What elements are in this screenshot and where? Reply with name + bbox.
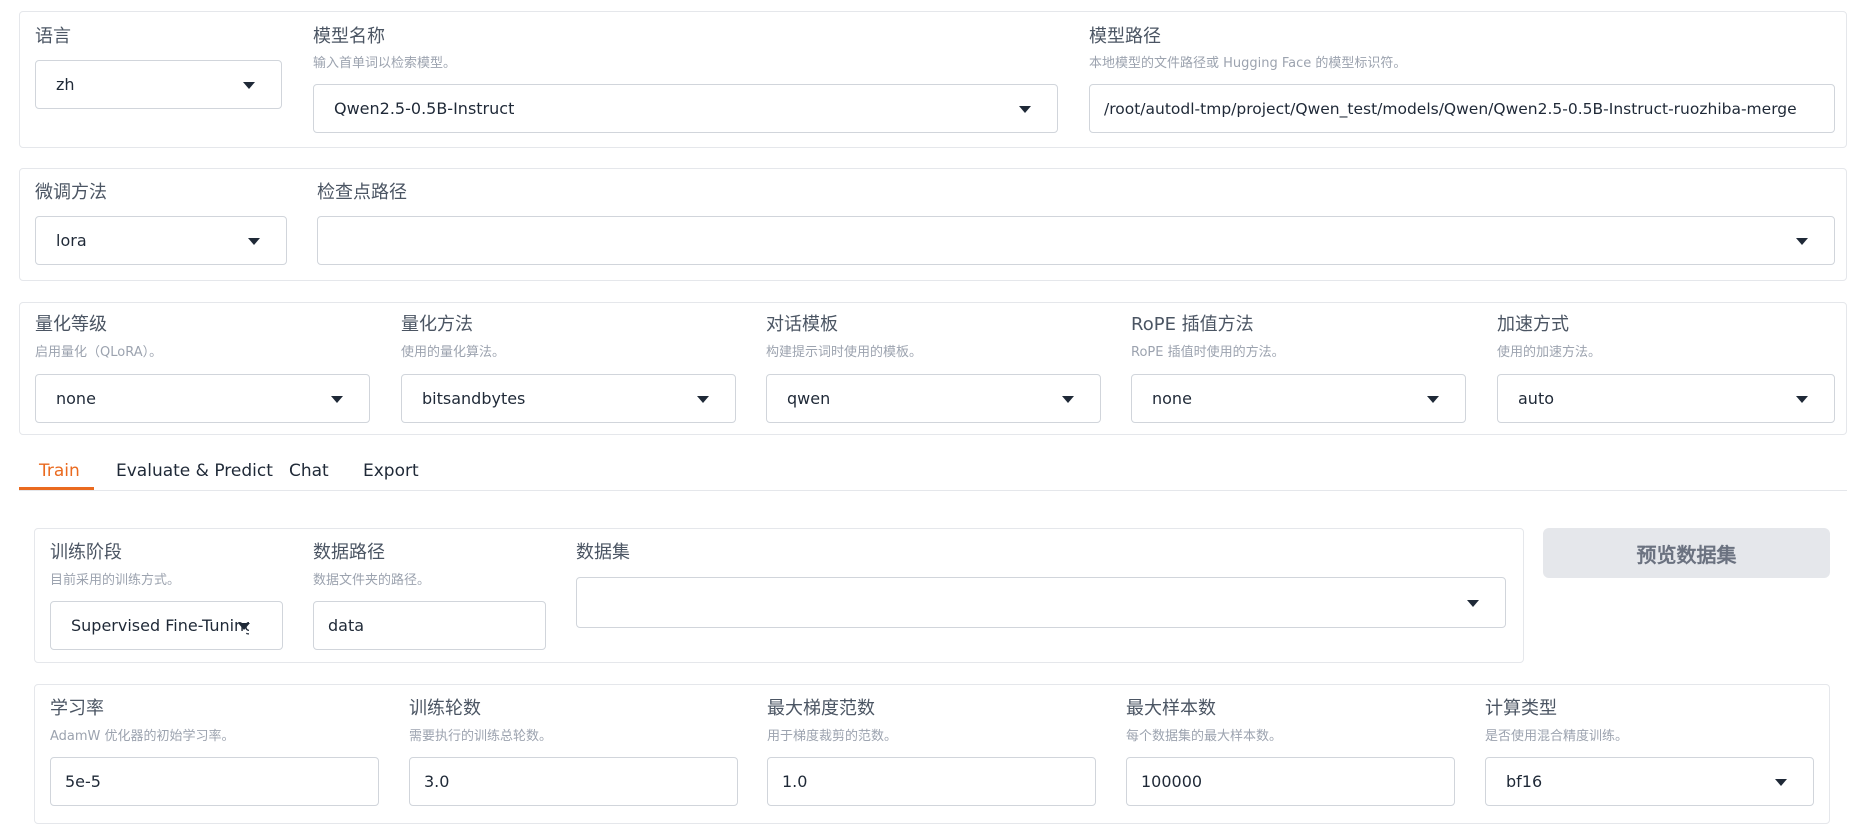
model-name-hint: 输入首单词以检索模型。 xyxy=(313,56,457,71)
language-select[interactable]: zh xyxy=(35,60,282,109)
stage-label: 训练阶段 xyxy=(50,542,122,563)
model-path-input[interactable]: /root/autodl-tmp/project/Qwen_test/model… xyxy=(1089,84,1835,133)
quant-bit-select[interactable]: none xyxy=(35,374,370,423)
rope-hint: RoPE 插值时使用的方法。 xyxy=(1131,345,1285,360)
dataset-dir-input[interactable]: data xyxy=(313,601,546,650)
booster-label: 加速方式 xyxy=(1497,314,1569,335)
compute-type-select[interactable]: bf16 xyxy=(1485,757,1814,806)
preview-dataset-button[interactable]: 预览数据集 xyxy=(1543,528,1830,578)
max-grad-norm-hint: 用于梯度裁剪的范数。 xyxy=(767,729,898,744)
rope-label: RoPE 插值方法 xyxy=(1131,314,1254,335)
chevron-down-icon xyxy=(1467,600,1479,607)
epochs-label: 训练轮数 xyxy=(409,698,481,719)
quant-bit-label: 量化等级 xyxy=(35,314,107,335)
chevron-down-icon xyxy=(697,396,709,403)
booster-hint: 使用的加速方法。 xyxy=(1497,345,1602,360)
active-tab-indicator xyxy=(19,487,94,490)
template-hint: 构建提示词时使用的模板。 xyxy=(766,345,923,360)
language-value: zh xyxy=(56,75,75,94)
chevron-down-icon xyxy=(1796,238,1808,245)
max-samples-hint: 每个数据集的最大样本数。 xyxy=(1126,729,1283,744)
chevron-down-icon xyxy=(238,623,250,630)
max-samples-label: 最大样本数 xyxy=(1126,698,1216,719)
epochs-value: 3.0 xyxy=(424,772,450,791)
tab-train[interactable]: Train xyxy=(39,459,80,483)
max-grad-norm-value: 1.0 xyxy=(782,772,808,791)
booster-select[interactable]: auto xyxy=(1497,374,1835,423)
chevron-down-icon xyxy=(1427,396,1439,403)
quant-bit-hint: 启用量化（QLoRA）。 xyxy=(35,345,163,360)
model-name-label: 模型名称 xyxy=(313,26,385,47)
finetune-method-label: 微调方法 xyxy=(35,182,107,203)
quant-method-label: 量化方法 xyxy=(401,314,473,335)
tab-bar-divider xyxy=(19,490,1847,491)
dataset-dir-value: data xyxy=(328,616,365,635)
max-grad-norm-input[interactable]: 1.0 xyxy=(767,757,1096,806)
learning-rate-input[interactable]: 5e-5 xyxy=(50,757,379,806)
tab-chat[interactable]: Chat xyxy=(289,459,329,483)
model-name-select[interactable]: Qwen2.5-0.5B-Instruct xyxy=(313,84,1058,133)
finetune-method-value: lora xyxy=(56,231,87,250)
model-path-hint: 本地模型的文件路径或 Hugging Face 的模型标识符。 xyxy=(1089,56,1407,71)
template-value: qwen xyxy=(787,389,831,408)
compute-type-hint: 是否使用混合精度训练。 xyxy=(1485,729,1629,744)
model-name-value: Qwen2.5-0.5B-Instruct xyxy=(334,99,515,118)
tab-evaluate-predict[interactable]: Evaluate & Predict xyxy=(116,459,273,483)
template-select[interactable]: qwen xyxy=(766,374,1101,423)
chevron-down-icon xyxy=(1775,779,1787,786)
checkpoint-label: 检查点路径 xyxy=(317,182,407,203)
rope-value: none xyxy=(1152,389,1192,408)
dataset-dir-label: 数据路径 xyxy=(313,542,385,563)
stage-hint: 目前采用的训练方式。 xyxy=(50,573,181,588)
model-path-label: 模型路径 xyxy=(1089,26,1161,47)
quant-method-value: bitsandbytes xyxy=(422,389,526,408)
language-label: 语言 xyxy=(35,26,71,47)
chevron-down-icon xyxy=(248,238,260,245)
learning-rate-value: 5e-5 xyxy=(65,772,101,791)
stage-value: Supervised Fine-Tuning xyxy=(71,616,249,635)
dataset-select[interactable] xyxy=(576,577,1506,628)
checkpoint-select[interactable] xyxy=(317,216,1835,265)
chevron-down-icon xyxy=(243,82,255,89)
learning-rate-label: 学习率 xyxy=(50,698,104,719)
max-grad-norm-label: 最大梯度范数 xyxy=(767,698,875,719)
finetune-method-select[interactable]: lora xyxy=(35,216,287,265)
chevron-down-icon xyxy=(1796,396,1808,403)
rope-select[interactable]: none xyxy=(1131,374,1466,423)
epochs-input[interactable]: 3.0 xyxy=(409,757,738,806)
chevron-down-icon xyxy=(331,396,343,403)
chevron-down-icon xyxy=(1019,106,1031,113)
epochs-hint: 需要执行的训练总轮数。 xyxy=(409,729,553,744)
compute-type-value: bf16 xyxy=(1506,772,1543,791)
stage-select[interactable]: Supervised Fine-Tuning xyxy=(50,601,283,650)
max-samples-value: 100000 xyxy=(1141,772,1203,791)
chevron-down-icon xyxy=(1062,396,1074,403)
quant-method-hint: 使用的量化算法。 xyxy=(401,345,506,360)
tab-export[interactable]: Export xyxy=(363,459,419,483)
quant-bit-value: none xyxy=(56,389,96,408)
quant-method-select[interactable]: bitsandbytes xyxy=(401,374,736,423)
dataset-label: 数据集 xyxy=(576,542,630,563)
model-path-value: /root/autodl-tmp/project/Qwen_test/model… xyxy=(1104,99,1797,118)
max-samples-input[interactable]: 100000 xyxy=(1126,757,1455,806)
dataset-dir-hint: 数据文件夹的路径。 xyxy=(313,573,431,588)
template-label: 对话模板 xyxy=(766,314,838,335)
compute-type-label: 计算类型 xyxy=(1485,698,1557,719)
booster-value: auto xyxy=(1518,389,1555,408)
learning-rate-hint: AdamW 优化器的初始学习率。 xyxy=(50,729,235,744)
